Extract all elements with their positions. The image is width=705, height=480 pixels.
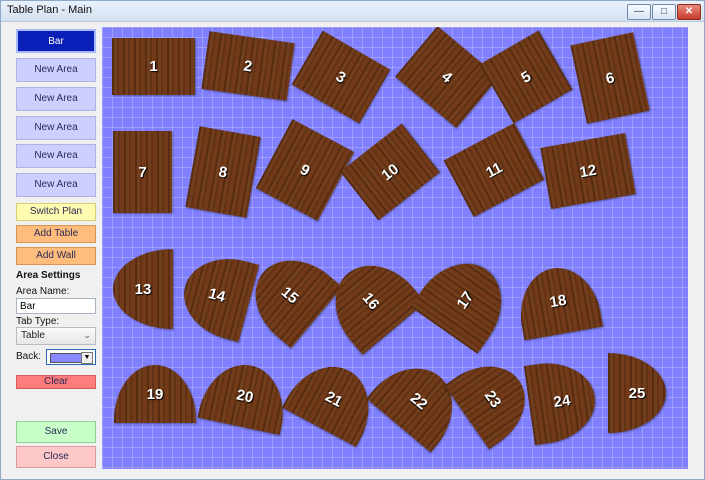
sidebar: Bar New Area New Area New Area New Area … — [1, 22, 101, 479]
table-number-label: 10 — [378, 160, 402, 184]
table-19[interactable]: 19 — [114, 365, 196, 423]
area-button-bar[interactable]: Bar — [16, 29, 96, 53]
table-8[interactable]: 8 — [185, 126, 261, 218]
table-number-label: 20 — [235, 385, 255, 407]
table-number-label: 5 — [518, 67, 534, 87]
table-number-label: 22 — [407, 389, 431, 413]
area-button-new-5[interactable]: New Area — [16, 173, 96, 197]
table-number-label: 13 — [134, 280, 152, 298]
table-20[interactable]: 20 — [197, 356, 293, 436]
table-18[interactable]: 18 — [512, 261, 604, 341]
table-number-label: 16 — [359, 289, 383, 313]
table-number-label: 6 — [604, 68, 616, 88]
table-number-label: 14 — [206, 284, 228, 306]
table-number-label: 7 — [138, 163, 147, 181]
table-5[interactable]: 5 — [479, 30, 573, 124]
table-number-label: 11 — [483, 158, 505, 182]
table-11[interactable]: 11 — [443, 122, 545, 218]
back-label: Back: — [16, 351, 42, 362]
tab-type-select[interactable]: Table ⌄ — [16, 327, 96, 345]
table-6[interactable]: 6 — [570, 32, 650, 124]
table-number-label: 8 — [217, 162, 229, 182]
table-15[interactable]: 15 — [237, 241, 343, 349]
table-7[interactable]: 7 — [113, 131, 172, 213]
area-button-new-4[interactable]: New Area — [16, 144, 96, 168]
table-number-label: 23 — [481, 387, 505, 411]
table-4[interactable]: 4 — [395, 27, 499, 128]
table-9[interactable]: 9 — [255, 119, 355, 221]
table-10[interactable]: 10 — [340, 123, 440, 221]
table-number-label: 19 — [146, 385, 164, 403]
table-23[interactable]: 23 — [444, 348, 542, 450]
table-12[interactable]: 12 — [540, 133, 636, 209]
table-number-label: 18 — [548, 291, 568, 311]
table-17[interactable]: 17 — [410, 246, 520, 354]
table-number-label: 17 — [453, 288, 477, 312]
area-button-new-3[interactable]: New Area — [16, 116, 96, 140]
table-number-label: 4 — [438, 67, 456, 87]
close-window-button[interactable]: ✕ — [677, 4, 701, 20]
switch-plan-button[interactable]: Switch Plan — [16, 203, 96, 221]
table-3[interactable]: 3 — [291, 30, 391, 124]
area-name-input[interactable] — [16, 298, 96, 314]
area-name-label: Area Name: — [16, 286, 70, 297]
title-bar: Table Plan - Main — □ ✕ — [1, 1, 704, 22]
table-number-label: 21 — [322, 387, 346, 411]
save-button[interactable]: Save — [16, 421, 96, 443]
table-number-label: 9 — [297, 160, 313, 180]
window-title: Table Plan - Main — [7, 4, 92, 16]
tab-type-value: Table — [21, 330, 45, 341]
table-number-label: 24 — [552, 391, 572, 411]
back-color-picker[interactable]: ▼ — [46, 349, 96, 365]
area-button-new-2[interactable]: New Area — [16, 87, 96, 111]
minimize-button[interactable]: — — [627, 4, 651, 20]
add-table-button[interactable]: Add Table — [16, 225, 96, 243]
table-number-label: 2 — [242, 57, 254, 75]
close-button[interactable]: Close — [16, 446, 96, 468]
add-wall-button[interactable]: Add Wall — [16, 247, 96, 265]
table-2[interactable]: 2 — [201, 31, 295, 101]
table-number-label: 3 — [333, 67, 349, 87]
area-settings-heading: Area Settings — [16, 270, 81, 281]
table-plan-canvas[interactable]: 1 2 3 4 5 6 7 8 9 10 11 12 13 14 15 16 1… — [102, 27, 688, 469]
chevron-down-icon: ⌄ — [83, 330, 91, 340]
table-24[interactable]: 24 — [523, 356, 601, 446]
table-number-label: 15 — [278, 283, 302, 307]
table-14[interactable]: 14 — [174, 247, 260, 343]
color-swatch — [50, 353, 82, 363]
area-button-new-1[interactable]: New Area — [16, 58, 96, 82]
table-number-label: 1 — [149, 58, 158, 75]
table-16[interactable]: 16 — [316, 247, 426, 355]
maximize-button[interactable]: □ — [652, 4, 676, 20]
tab-type-label: Tab Type: — [16, 316, 60, 327]
dropdown-arrow-icon: ▼ — [81, 352, 93, 364]
table-1[interactable]: 1 — [112, 38, 195, 95]
table-13[interactable]: 13 — [113, 249, 173, 329]
table-number-label: 25 — [628, 384, 646, 402]
table-number-label: 12 — [578, 161, 598, 181]
table-25[interactable]: 25 — [608, 353, 666, 433]
clear-button[interactable]: Clear — [16, 375, 96, 389]
